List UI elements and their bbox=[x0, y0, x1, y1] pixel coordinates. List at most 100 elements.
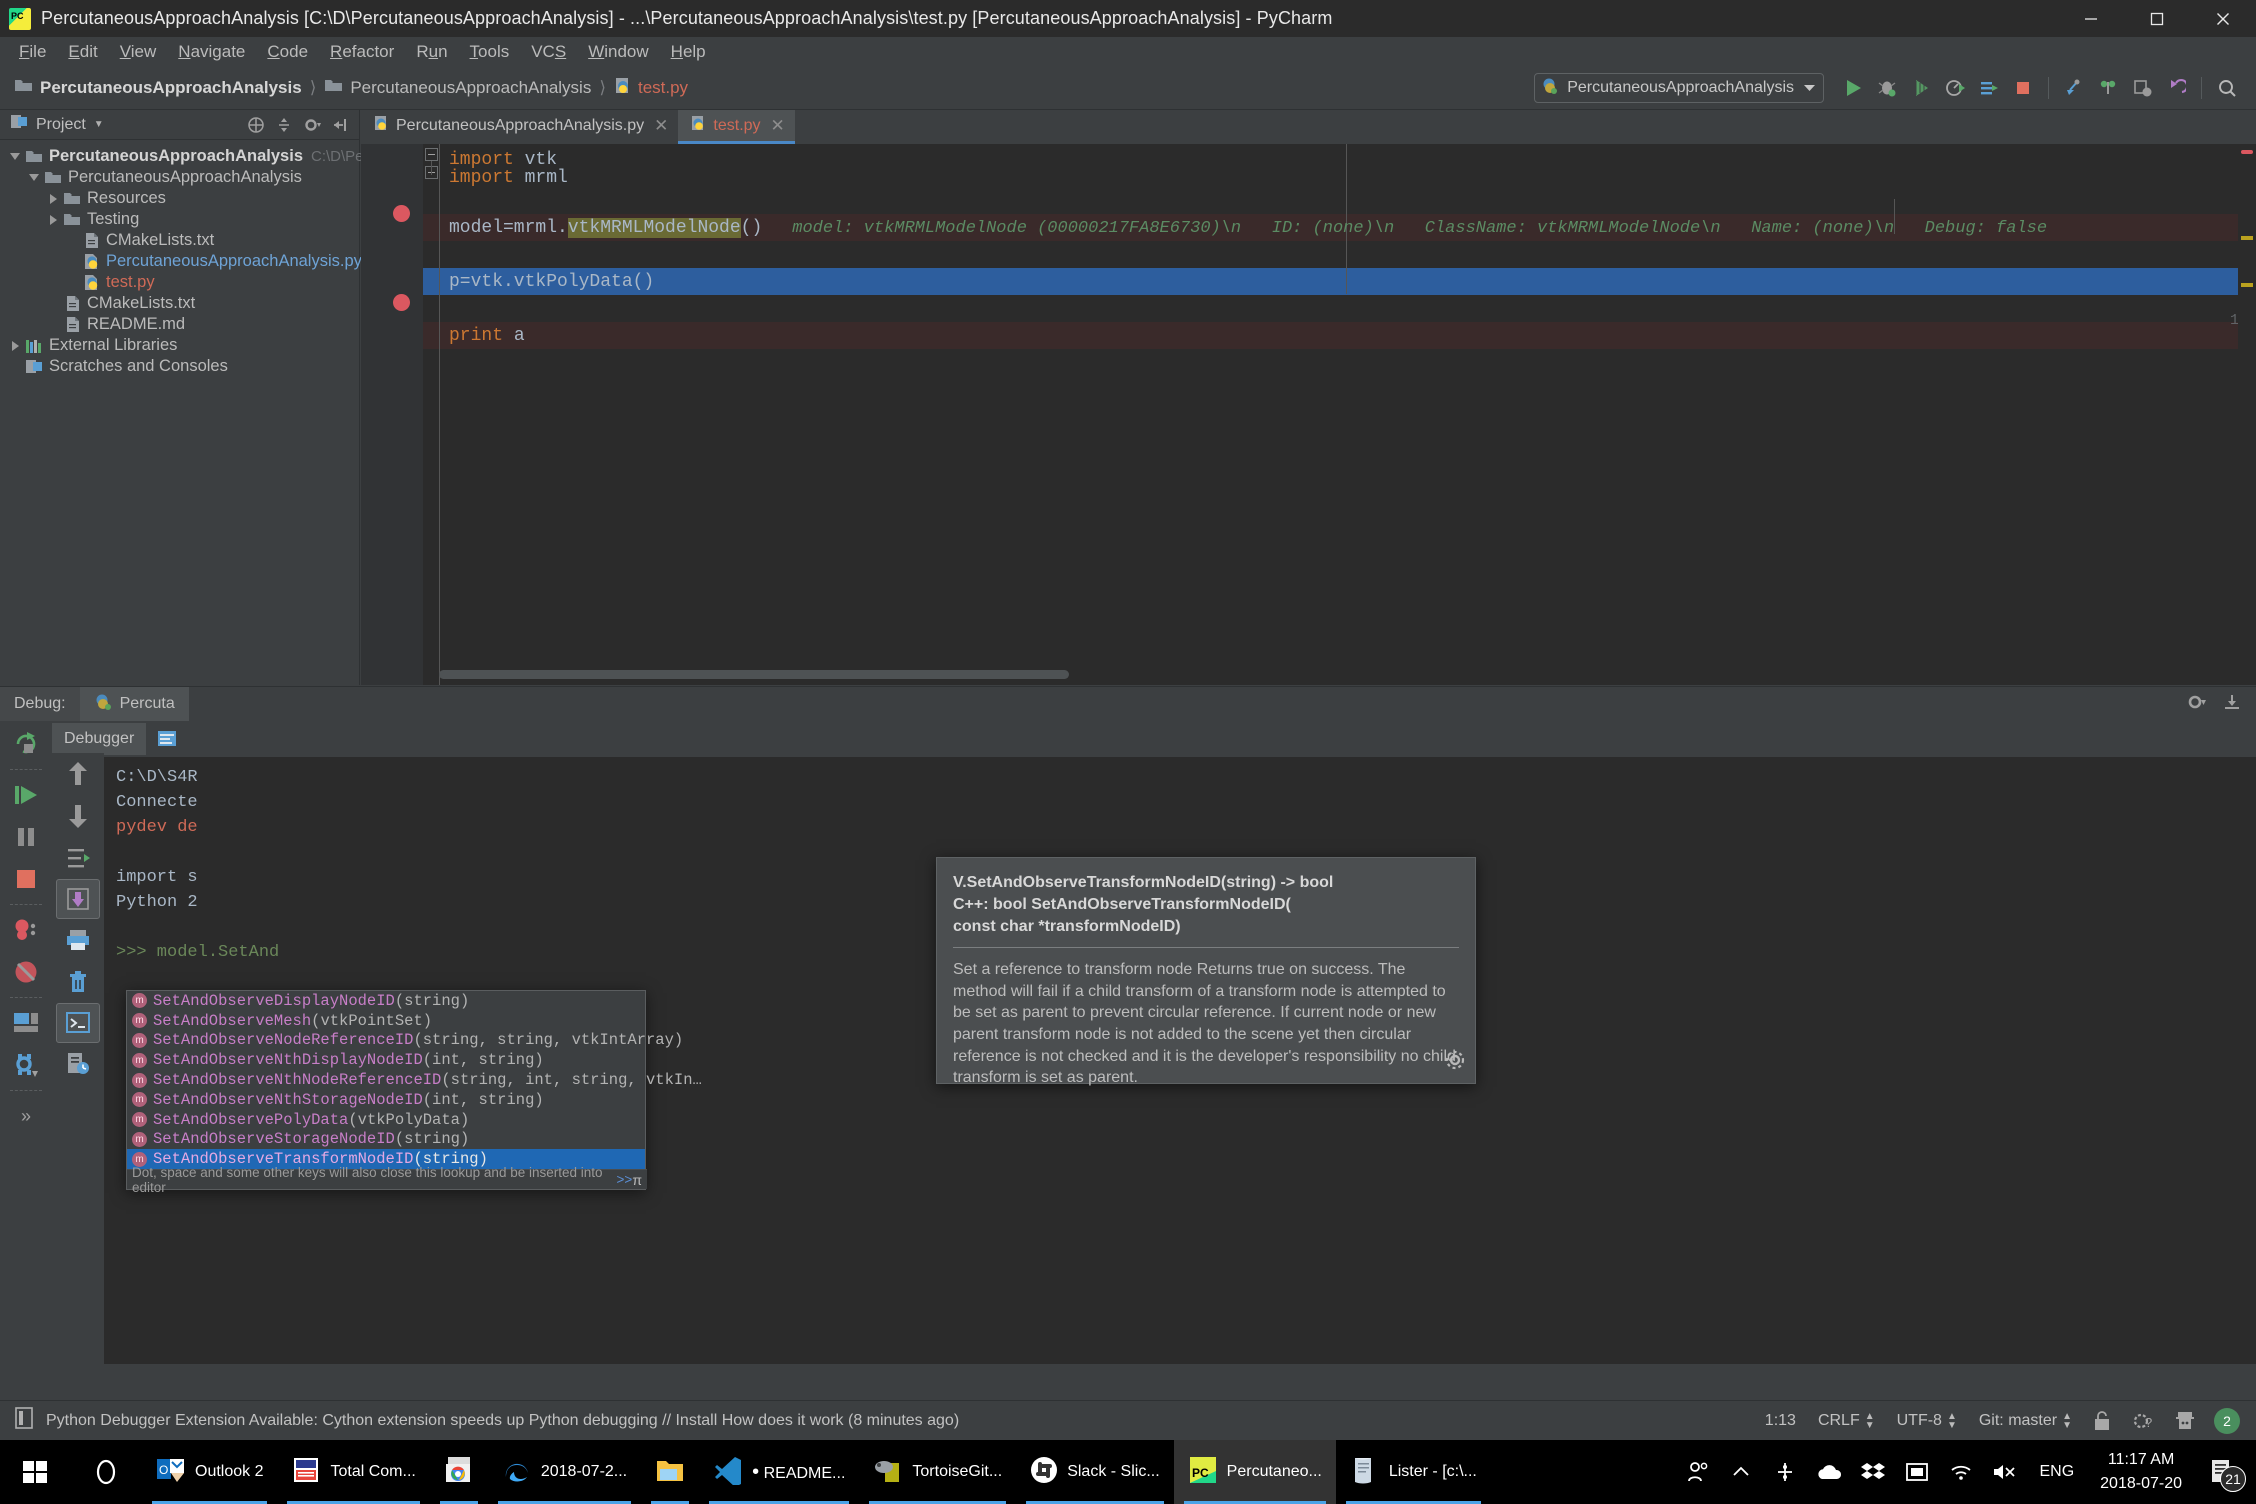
status-message-area[interactable]: Python Debugger Extension Available: Cyt… bbox=[0, 1407, 959, 1434]
editor-horizontal-scrollbar[interactable] bbox=[439, 670, 1069, 679]
menu-navigate[interactable]: Navigate bbox=[167, 39, 256, 65]
project-tree-item[interactable]: test.py bbox=[0, 272, 359, 293]
menu-tools[interactable]: Tools bbox=[459, 39, 521, 65]
menu-file[interactable]: File bbox=[8, 39, 57, 65]
print-icon[interactable] bbox=[52, 919, 104, 961]
completion-item[interactable]: m SetAndObservePolyData (vtkPolyData) bbox=[127, 1110, 645, 1130]
breadcrumb-item-1[interactable]: PercutaneousApproachAnalysis bbox=[324, 78, 591, 98]
run-coverage-button[interactable] bbox=[1906, 73, 1936, 103]
network-sync-icon[interactable] bbox=[1763, 1440, 1807, 1504]
project-tree-item[interactable]: Scratches and Consoles bbox=[0, 356, 359, 377]
collapse-all-icon[interactable] bbox=[245, 114, 267, 136]
scroll-down-icon[interactable] bbox=[52, 795, 104, 837]
editor-gutter[interactable] bbox=[361, 144, 423, 685]
search-icon[interactable] bbox=[2212, 73, 2242, 103]
completion-item[interactable]: m SetAndObserveNthDisplayNodeID (int, stri… bbox=[127, 1050, 645, 1070]
debug-session-tab[interactable]: Percuta bbox=[79, 687, 189, 721]
completion-item[interactable]: m SetAndObserveNthStorageNodeID (int, stri… bbox=[127, 1090, 645, 1110]
hide-icon[interactable] bbox=[2222, 692, 2242, 717]
git-branch-widget[interactable]: Git: master ▲ ▼ bbox=[1979, 1411, 2072, 1430]
scroll-up-icon[interactable] bbox=[52, 753, 104, 795]
onedrive-icon[interactable] bbox=[1807, 1440, 1851, 1504]
taskbar-item-outlook[interactable]: O Outlook 2 bbox=[142, 1440, 277, 1504]
taskbar-item-vscode[interactable]: • README... bbox=[699, 1440, 859, 1504]
attach-button[interactable] bbox=[1974, 73, 2004, 103]
twisty-down-icon[interactable] bbox=[6, 153, 24, 160]
breadcrumb-item-0[interactable]: PercutaneousApproachAnalysis bbox=[14, 78, 302, 98]
stop-button[interactable] bbox=[0, 858, 52, 900]
project-tree-item[interactable]: CMakeLists.txt bbox=[0, 293, 359, 314]
project-tree-item[interactable]: PercutaneousApproachAnalysis.py bbox=[0, 251, 362, 272]
taskbar-item-pycharm[interactable]: PC Percutaneo... bbox=[1173, 1440, 1336, 1504]
taskbar-item-lister[interactable]: Lister - [c:\... bbox=[1336, 1440, 1491, 1504]
completion-more-link[interactable]: >> bbox=[617, 1172, 633, 1187]
notifications-icon[interactable]: 21 bbox=[2196, 1440, 2248, 1504]
debug-button[interactable] bbox=[1872, 73, 1902, 103]
rerun-button[interactable] bbox=[0, 723, 52, 765]
line-separator[interactable]: CRLF ▲ ▼ bbox=[1818, 1411, 1875, 1430]
language-indicator[interactable]: ENG bbox=[2027, 1463, 2086, 1481]
close-icon[interactable]: ✕ bbox=[654, 116, 668, 136]
layout-settings-button[interactable] bbox=[0, 1002, 52, 1044]
twisty-right-icon[interactable] bbox=[44, 214, 62, 225]
taskbar-item-edge[interactable]: 2018-07-2... bbox=[488, 1440, 641, 1504]
expand-rail-button[interactable]: » bbox=[0, 1095, 52, 1137]
warning-stripe-mark[interactable] bbox=[2241, 236, 2253, 240]
view-breakpoints-button[interactable] bbox=[0, 909, 52, 951]
dropbox-icon[interactable] bbox=[1851, 1440, 1895, 1504]
soft-wrap-icon[interactable] bbox=[52, 837, 104, 879]
console-tab-icon[interactable] bbox=[152, 724, 182, 754]
close-icon[interactable]: ✕ bbox=[771, 116, 785, 136]
warning-stripe-mark[interactable] bbox=[2241, 283, 2253, 287]
project-tree-item[interactable]: PercutaneousApproachAnalysisC:\D\Percuta… bbox=[0, 146, 464, 167]
lock-icon[interactable] bbox=[2092, 1410, 2112, 1432]
breakpoint-line-9[interactable] bbox=[393, 294, 410, 311]
run-configuration-selector[interactable]: PercutaneousApproachAnalysis bbox=[1534, 73, 1824, 103]
taskbar-item-tortoisegit[interactable]: TortoiseGit... bbox=[859, 1440, 1016, 1504]
toggle-bookmark-icon[interactable] bbox=[2127, 73, 2157, 103]
menu-window[interactable]: Window bbox=[577, 39, 659, 65]
documentation-popup[interactable]: V.SetAndObserveTransformNodeID(string) -… bbox=[936, 857, 1476, 1086]
minimize-button[interactable] bbox=[2058, 0, 2124, 37]
taskbar-item-total-commander[interactable]: Total Com... bbox=[277, 1440, 429, 1504]
completion-item[interactable]: m SetAndObserveNthNodeReferenceID (string,… bbox=[127, 1070, 702, 1090]
breakpoint-line-4[interactable] bbox=[393, 205, 410, 222]
menu-code[interactable]: Code bbox=[256, 39, 319, 65]
chevron-up-icon[interactable] bbox=[1719, 1440, 1763, 1504]
project-tree-item[interactable]: Testing bbox=[0, 209, 359, 230]
expand-all-icon[interactable] bbox=[273, 114, 295, 136]
taskbar-item-chrome[interactable] bbox=[430, 1440, 488, 1504]
taskbar-clock[interactable]: 11:17 AM 2018-07-20 bbox=[2086, 1448, 2196, 1496]
completion-item[interactable]: m SetAndObserveMesh (vtkPointSet) bbox=[127, 1011, 645, 1031]
display-icon[interactable] bbox=[1895, 1440, 1939, 1504]
export-to-file-icon[interactable] bbox=[56, 879, 100, 919]
wifi-icon[interactable] bbox=[1939, 1440, 1983, 1504]
resume-program-button[interactable] bbox=[0, 774, 52, 816]
twisty-right-icon[interactable] bbox=[44, 193, 62, 204]
chevron-down-icon[interactable]: ▼ bbox=[94, 119, 104, 130]
project-tree-item[interactable]: README.md bbox=[0, 314, 359, 335]
console-toggle-icon[interactable] bbox=[56, 1003, 100, 1043]
volume-muted-icon[interactable] bbox=[1983, 1440, 2027, 1504]
mute-breakpoints-button[interactable] bbox=[0, 951, 52, 993]
debug-window-title[interactable]: Debug: bbox=[0, 687, 80, 721]
profile-button[interactable] bbox=[1940, 73, 1970, 103]
menu-view[interactable]: View bbox=[109, 39, 168, 65]
menu-edit[interactable]: Edit bbox=[57, 39, 108, 65]
menu-refactor[interactable]: Refactor bbox=[319, 39, 405, 65]
revert-icon[interactable] bbox=[2161, 73, 2191, 103]
file-encoding[interactable]: UTF-8 ▲ ▼ bbox=[1897, 1411, 1957, 1430]
gear-icon[interactable] bbox=[301, 114, 323, 136]
gear-icon[interactable] bbox=[1445, 1050, 1465, 1075]
error-stripe-gutter[interactable] bbox=[2238, 144, 2256, 685]
editor-tab-percutaneousapproachanalysis[interactable]: PercutaneousApproachAnalysis.py ✕ bbox=[361, 110, 678, 144]
menu-help[interactable]: Help bbox=[660, 39, 717, 65]
project-tree-item[interactable]: CMakeLists.txt bbox=[0, 230, 359, 251]
menu-vcs[interactable]: VCS bbox=[520, 39, 577, 65]
gear-icon[interactable] bbox=[2186, 692, 2206, 717]
windows-start-icon[interactable] bbox=[0, 1440, 70, 1504]
settings-button[interactable] bbox=[0, 1044, 52, 1086]
code-editor[interactable]: 1 2 3 4 5 6 7 8 9 10 import vtk bbox=[361, 144, 2256, 685]
menu-run[interactable]: Run bbox=[405, 39, 458, 65]
inspections-icon[interactable]: ? bbox=[2132, 1410, 2154, 1432]
